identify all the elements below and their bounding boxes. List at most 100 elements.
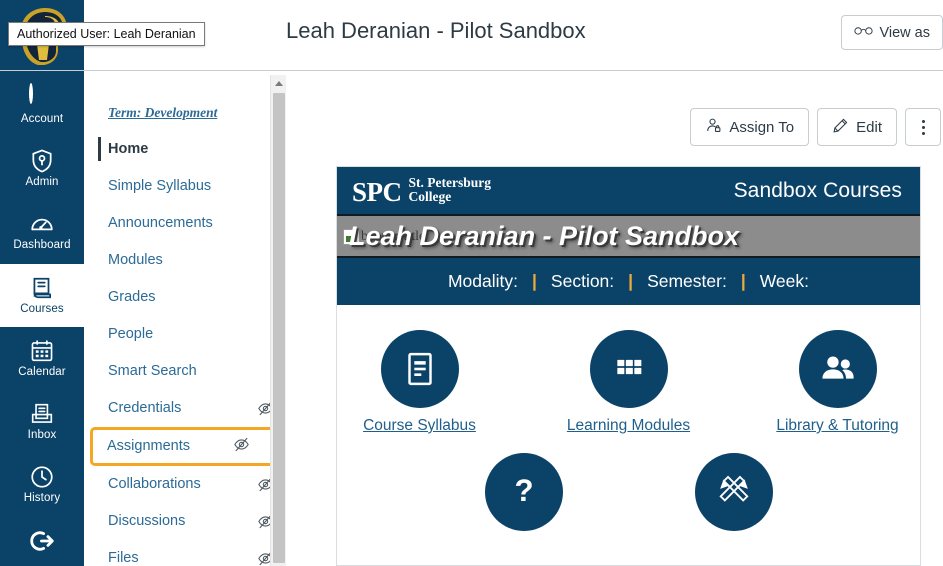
banner-meta-row: Modality: | Section: | Semester: | Week: xyxy=(337,258,920,308)
course-nav-item-assignments-eye: Collaborations xyxy=(84,437,286,503)
inbox-tray-icon xyxy=(29,401,55,427)
view-as-label: View as xyxy=(879,24,930,41)
sidebar-item-label: History xyxy=(23,491,61,504)
meta-section: Section: xyxy=(550,271,615,291)
avatar-icon xyxy=(29,83,55,111)
shield-wrench-icon xyxy=(29,148,55,174)
course-nav-label: Home xyxy=(108,141,149,158)
course-nav-scrollbar[interactable] xyxy=(270,75,286,566)
tile-row-2: ? xyxy=(337,453,920,540)
document-lines-icon xyxy=(380,330,459,408)
course-banner: SPC St. Petersburg College Sandbox Cours… xyxy=(337,167,920,308)
course-nav-item-simple-syllabus[interactable]: Simple Syllabus xyxy=(84,168,286,205)
view-as-button[interactable]: View as xyxy=(841,15,943,50)
global-navigation: Account Admin Dashboard Courses Calendar… xyxy=(0,0,84,566)
course-home-card: SPC St. Petersburg College Sandbox Cours… xyxy=(336,166,921,566)
banner-title-strip: banner-title Leah Deranian - Pilot Sandb… xyxy=(337,214,920,258)
course-banner-title: Leah Deranian - Pilot Sandbox xyxy=(349,220,740,251)
tile-label: Library & Tutoring xyxy=(776,417,899,434)
course-nav-label: People xyxy=(108,326,154,343)
sidebar-item-label: Inbox xyxy=(27,428,57,441)
more-options-button[interactable] xyxy=(905,108,941,146)
sidebar-item-inbox[interactable]: Inbox xyxy=(0,390,84,453)
course-nav-label: Files xyxy=(108,550,139,566)
sidebar-item-label: Courses xyxy=(20,302,64,315)
scrollbar-thumb[interactable] xyxy=(273,93,285,563)
meta-separator: | xyxy=(628,271,634,291)
kebab-menu-icon xyxy=(921,119,925,135)
glasses-icon xyxy=(854,24,874,41)
course-nav-item-grades[interactable]: Grades xyxy=(84,279,286,316)
assign-to-button[interactable]: Assign To xyxy=(690,108,810,146)
course-nav-item-smart-search[interactable]: Smart Search xyxy=(84,353,286,390)
calendar-icon xyxy=(29,338,55,364)
header-divider xyxy=(0,70,943,71)
spc-logo-line1: St. Petersburg xyxy=(408,174,491,190)
course-nav-label: Modules xyxy=(108,252,163,269)
course-nav-item-announcements[interactable]: Announcements xyxy=(84,205,286,242)
sidebar-item-label: Account xyxy=(20,113,64,126)
grid-blocks-icon xyxy=(589,330,668,408)
user-assign-icon xyxy=(705,117,722,138)
tile-assignments-pencils[interactable] xyxy=(651,453,817,540)
tile-course-syllabus[interactable]: Course Syllabus xyxy=(337,330,502,435)
tile-help[interactable]: ? xyxy=(441,453,607,540)
sidebar-item-label: Dashboard xyxy=(13,239,71,252)
course-nav-item-people[interactable]: People xyxy=(84,316,286,353)
tile-library-tutoring[interactable]: Library & Tutoring xyxy=(755,330,920,435)
course-nav-item-credentials[interactable]: Credentials xyxy=(84,390,286,427)
sidebar-item-calendar[interactable]: Calendar xyxy=(0,327,84,390)
course-nav-label: Smart Search xyxy=(108,363,197,380)
meta-semester: Semester: xyxy=(647,271,727,291)
sidebar-item-label: Admin xyxy=(25,176,59,189)
course-nav-label: Announcements xyxy=(108,215,213,232)
course-action-bar: Assign To Edit xyxy=(690,108,941,146)
sidebar-item-label: Calendar xyxy=(18,365,66,378)
clock-icon xyxy=(29,464,55,490)
tile-row-1: Course Syllabus Learning Modules Library… xyxy=(337,330,920,435)
term-link[interactable]: Term: Development xyxy=(108,105,286,121)
course-nav-item-assignments[interactable]: Assignments xyxy=(90,427,286,466)
spc-logo-mark: SPC xyxy=(352,176,402,207)
tile-label: Learning Modules xyxy=(566,417,691,434)
assign-to-label: Assign To xyxy=(729,118,795,136)
spc-logo-line2: College xyxy=(408,188,452,204)
course-nav-item-discussions[interactable]: Discussions xyxy=(84,503,286,540)
meta-separator: | xyxy=(740,271,746,291)
sidebar-item-account[interactable]: Account xyxy=(0,74,84,137)
spc-logo: SPC St. Petersburg College xyxy=(352,174,491,207)
course-nav-label: Collaborations xyxy=(108,476,201,493)
course-nav-item-modules[interactable]: Modules xyxy=(84,242,286,279)
course-nav-list: Home Simple Syllabus Announcements Modul… xyxy=(84,131,286,566)
dashboard-gauge-icon xyxy=(29,211,55,237)
scroll-up-arrow-icon[interactable] xyxy=(271,75,287,91)
course-nav-item-files[interactable]: Files xyxy=(84,540,286,566)
main-content: Leah Deranian - Pilot Sandbox View as As… xyxy=(0,0,943,566)
banner-subtitle: Sandbox Courses xyxy=(733,178,902,202)
sidebar-item-dashboard[interactable]: Dashboard xyxy=(0,200,84,263)
book-icon xyxy=(29,275,55,301)
course-nav-label: Grades xyxy=(108,289,156,306)
banner-top-row: SPC St. Petersburg College Sandbox Cours… xyxy=(337,167,920,214)
tile-label: Course Syllabus xyxy=(363,417,476,434)
logout-button[interactable] xyxy=(0,516,84,566)
logout-arrow-icon xyxy=(29,528,55,554)
course-nav-label: Simple Syllabus xyxy=(108,178,212,195)
authorized-user-tooltip: Authorized User: Leah Deranian xyxy=(8,22,205,46)
crossed-pencils-icon xyxy=(694,453,773,531)
tile-learning-modules[interactable]: Learning Modules xyxy=(546,330,711,435)
two-people-icon xyxy=(798,330,877,408)
course-nav-label: Discussions xyxy=(108,513,186,530)
edit-button[interactable]: Edit xyxy=(817,108,897,146)
page-title: Leah Deranian - Pilot Sandbox xyxy=(286,18,586,43)
hidden-from-students-eye-icon xyxy=(233,436,250,453)
course-navigation: Term: Development Home Simple Syllabus A… xyxy=(84,70,286,566)
sidebar-item-courses[interactable]: Courses xyxy=(0,263,84,327)
course-nav-label: Credentials xyxy=(108,400,182,417)
sidebar-item-admin[interactable]: Admin xyxy=(0,137,84,200)
course-home-tiles: Course Syllabus Learning Modules Library… xyxy=(337,308,920,540)
sidebar-item-history[interactable]: History xyxy=(0,453,84,516)
pencil-icon xyxy=(832,117,849,138)
meta-week: Week: xyxy=(759,271,809,291)
course-nav-item-home[interactable]: Home xyxy=(84,131,286,168)
